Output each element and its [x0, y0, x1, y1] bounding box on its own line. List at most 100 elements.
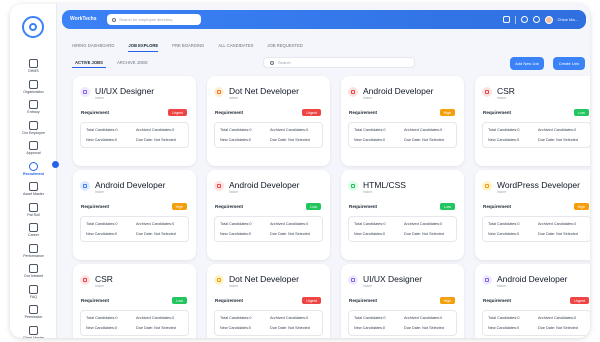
sidebar-item-performance[interactable]: Performance [10, 241, 57, 262]
sidebar-collapse-toggle[interactable] [52, 161, 59, 168]
new-candidates: New Candidates:0 [488, 232, 520, 236]
tab-hiring-dashboard[interactable]: HIRING DASHBOARD [72, 43, 114, 52]
job-location: Indore [229, 284, 239, 288]
sidebar: DHMS Organization Entrooy Our Employee Appro… [10, 4, 59, 338]
job-title[interactable]: UI/UX Designer [95, 86, 154, 96]
new-candidates: New Candidates:0 [488, 138, 520, 142]
sidebar-item-our-intranet[interactable]: Our Intranet [10, 261, 57, 282]
sidebar-item-recruitment[interactable]: Recruitment [10, 159, 57, 180]
sidebar-item-pat-roll[interactable]: Pat Roll [10, 200, 57, 221]
add-new-job-button[interactable]: Add New Job [510, 57, 544, 70]
sidebar-item-approval[interactable]: Approval [10, 138, 57, 159]
job-title[interactable]: UI/UX Designer [363, 274, 422, 284]
new-candidates: New Candidates:0 [354, 326, 386, 330]
pat-roll-icon [29, 202, 38, 212]
archived-candidates: Archived Candidates:0 [270, 128, 309, 132]
sidebar-item-permission[interactable]: Permission [10, 302, 57, 323]
main-tabs: HIRING DASHBOARD JOB EXPLORE PRE BOARDING A… [72, 43, 303, 52]
tab-all-candidates[interactable]: ALL CANDIDATES [218, 43, 253, 52]
job-title[interactable]: CSR [95, 274, 113, 284]
tab-pre-boarding[interactable]: PRE BOARDING [172, 43, 204, 52]
tab-job-requested[interactable]: JOB REQUESTED [267, 43, 302, 52]
candidate-stats: Total Candidates:0 Archived Candidates:0 N… [482, 216, 590, 242]
requirement-label: Requirement [81, 298, 110, 303]
sidebar-item-faq[interactable]: FAQ [10, 282, 57, 303]
candidate-stats: Total Candidates:0 Archived Candidates:0 N… [482, 122, 590, 148]
android-icon [348, 87, 358, 97]
priority-badge: Urgent [302, 297, 321, 304]
requirement-label: Requirement [349, 110, 378, 115]
archived-candidates: Archived Candidates:0 [270, 222, 309, 226]
candidate-stats: Total Candidates:0 Archived Candidates:0 N… [80, 216, 189, 242]
job-card[interactable]: Dot Net Developer Indore Requirement Urgent… [207, 76, 330, 166]
job-title[interactable]: HTML/CSS [363, 180, 406, 190]
top-bar: WorkTechs Search for employee directory … [62, 10, 586, 29]
sidebar-item-label: Performance [23, 253, 44, 258]
total-candidates: Total Candidates:0 [220, 128, 252, 132]
archived-candidates: Archived Candidates:0 [136, 222, 175, 226]
tab-job-explore[interactable]: JOB EXPLORE [128, 43, 159, 52]
create-link-button[interactable]: Create Link [553, 57, 585, 70]
user-name[interactable]: Chloe Ma... [558, 17, 578, 22]
job-card[interactable]: Android Developer Indore Requirement Low Tot… [207, 170, 330, 260]
job-title[interactable]: Android Developer [229, 180, 299, 190]
job-title[interactable]: Android Developer [95, 180, 165, 190]
sidebar-item-label: Pat Roll [27, 212, 40, 217]
sidebar-item-dhms[interactable]: DHMS [10, 56, 57, 77]
due-date: Due Date: Not Selected [136, 138, 176, 142]
subtab-archive-jobs[interactable]: ARCHIVE JOBS [114, 58, 151, 68]
sidebar-item-organization[interactable]: Organization [10, 77, 57, 98]
avatar[interactable] [544, 15, 553, 24]
job-card[interactable]: Android Developer Indore Requirement High To… [341, 76, 464, 166]
job-location: Indore [95, 284, 105, 288]
job-card[interactable]: Dot Net Developer Indore Requirement Urgent… [207, 264, 330, 338]
design-icon [80, 87, 90, 97]
job-title[interactable]: WordPress Developer [497, 180, 580, 190]
employee-search-input[interactable]: Search for employee directory [107, 14, 201, 25]
grid-icon[interactable] [502, 16, 510, 23]
job-title[interactable]: Dot Net Developer [229, 274, 299, 284]
job-card[interactable]: WordPress Developer Indore Requirement High… [475, 170, 590, 260]
job-location: Indore [497, 96, 507, 100]
sidebar-item-label: DHMS [28, 69, 39, 74]
priority-badge: High [439, 109, 455, 116]
job-title[interactable]: Android Developer [363, 86, 433, 96]
job-card[interactable]: CSR Indore Requirement Low Total Candidates:… [475, 76, 590, 166]
sidebar-item-label: Our Employee [22, 130, 45, 135]
job-location: Indore [95, 190, 105, 194]
requirement-label: Requirement [483, 110, 512, 115]
job-location: Indore [229, 190, 239, 194]
gear-icon[interactable] [532, 16, 540, 23]
job-card[interactable]: HTML/CSS Indore Requirement Low Total Candid… [341, 170, 464, 260]
archived-candidates: Archived Candidates:0 [136, 128, 175, 132]
sidebar-item-our-employee[interactable]: Our Employee [10, 118, 57, 139]
new-candidates: New Candidates:0 [220, 326, 252, 330]
app-logo[interactable] [22, 16, 44, 38]
sidebar-item-label: FAQ [29, 294, 38, 299]
new-candidates: New Candidates:0 [488, 326, 520, 330]
new-candidates: New Candidates:0 [354, 138, 386, 142]
requirement-label: Requirement [349, 298, 378, 303]
job-card[interactable]: UI/UX Designer Indore Requirement High Total… [341, 264, 464, 338]
job-search-input[interactable]: Search [263, 57, 415, 68]
sidebar-item-asset-master[interactable]: Asset Master [10, 179, 57, 200]
job-title[interactable]: CSR [497, 86, 515, 96]
total-candidates: Total Candidates:0 [220, 316, 252, 320]
job-card[interactable]: Android Developer Indore Requirement High To… [73, 170, 196, 260]
sidebar-item-career[interactable]: Career [10, 220, 57, 241]
client-master-icon [29, 325, 38, 335]
bell-icon[interactable] [520, 16, 528, 23]
sidebar-item-entrooy[interactable]: Entrooy [10, 97, 57, 118]
our-employee-icon [29, 120, 38, 130]
requirement-label: Requirement [81, 110, 110, 115]
candidate-stats: Total Candidates:0 Archived Candidates:0 N… [348, 216, 457, 242]
subtab-active-jobs[interactable]: ACTIVE JOBS [72, 58, 106, 68]
job-title[interactable]: Dot Net Developer [229, 86, 299, 96]
job-title[interactable]: Android Developer [497, 274, 567, 284]
total-candidates: Total Candidates:0 [488, 222, 520, 226]
priority-badge: Low [306, 203, 321, 210]
job-card[interactable]: Android Developer Indore Requirement Urgent… [475, 264, 590, 338]
job-card[interactable]: CSR Indore Requirement Low Total Candidates:… [73, 264, 196, 338]
job-card[interactable]: UI/UX Designer Indore Requirement Urgent Tot… [73, 76, 196, 166]
sidebar-item-client-master[interactable]: Client Master [10, 323, 57, 338]
